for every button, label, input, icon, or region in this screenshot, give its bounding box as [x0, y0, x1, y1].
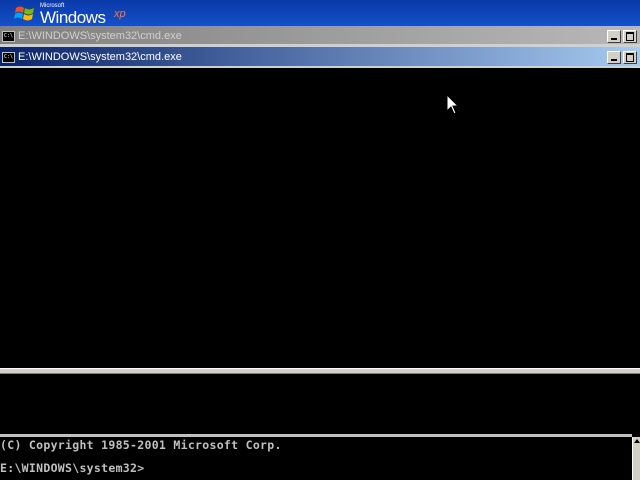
foreground-window-titlebar[interactable]: C:\ E:\WINDOWS\system32\cmd.exe: [0, 47, 640, 67]
background-window-title: E:\WINDOWS\system32\cmd.exe: [18, 30, 182, 42]
background-window-controls: [607, 29, 637, 43]
logo-windows-text: Windows: [40, 8, 106, 27]
foreground-console-area[interactable]: [0, 68, 640, 368]
desktop-background: Microsoft Windows xp: [0, 0, 640, 27]
console-line-prompt[interactable]: E:\WINDOWS\system32>: [0, 461, 144, 475]
console-scrollbar[interactable]: [632, 437, 640, 480]
scroll-up-arrow-icon[interactable]: [634, 439, 640, 443]
minimize-button[interactable]: [607, 50, 621, 64]
minimize-button[interactable]: [607, 29, 621, 43]
cmd-icon[interactable]: C:\: [2, 30, 15, 42]
foreground-window-controls: [607, 50, 637, 64]
foreground-window-title: E:\WINDOWS\system32\cmd.exe: [18, 51, 182, 63]
logo-xp-text: xp: [114, 8, 126, 20]
maximize-button[interactable]: [623, 29, 637, 43]
windows-xp-logo: Microsoft Windows xp: [14, 2, 144, 27]
windows-flag-icon: [14, 6, 34, 21]
console-line-copyright: (C) Copyright 1985-2001 Microsoft Corp.: [0, 438, 282, 452]
cmd-icon[interactable]: C:\: [2, 51, 15, 63]
maximize-button[interactable]: [623, 50, 637, 64]
mouse-pointer-icon: [446, 94, 460, 115]
console-divider: [0, 434, 632, 437]
background-window-titlebar[interactable]: C:\ E:\WINDOWS\system32\cmd.exe: [0, 26, 640, 46]
